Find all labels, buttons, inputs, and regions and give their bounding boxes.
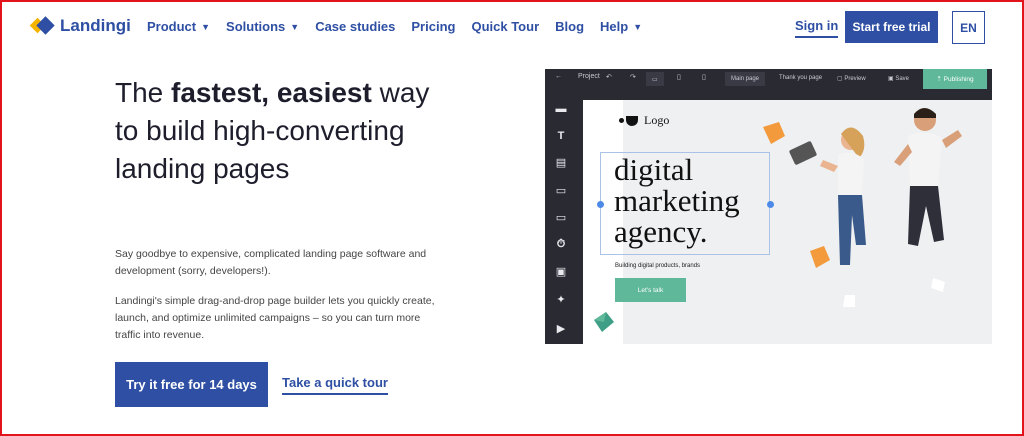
nav-label: Case studies	[315, 19, 396, 34]
chevron-down-icon: ▼	[290, 21, 300, 32]
link-widget-icon: ▭	[555, 211, 567, 224]
nav-label: Product	[147, 19, 197, 34]
brand-logo[interactable]: Landingi	[29, 16, 131, 36]
mobile-view-icon: ▯	[702, 74, 706, 81]
editor-canvas: Logo digital marketing agency. Building …	[583, 100, 992, 344]
nav-label: Blog	[555, 19, 585, 34]
landingi-logo-icon	[29, 16, 55, 36]
chevron-down-icon: ▼	[201, 21, 211, 32]
button-widget-icon: ▭	[555, 184, 567, 197]
nav-item-product[interactable]: Product ▼	[147, 19, 210, 34]
editor-widget-sidebar: ▬ T ▤ ▭ ▭ ⏱ ▣ ✦ ▶	[545, 89, 577, 344]
save-label: Save	[895, 76, 910, 82]
redo-icon: ↷	[630, 74, 636, 81]
timer-widget-icon: ⏱	[556, 237, 566, 250]
main-menu: Product ▼ Solutions ▼ Case studies Pricing…	[147, 19, 658, 34]
chevron-down-icon: ▼	[633, 21, 643, 32]
nav-label: Help	[600, 19, 629, 34]
hero-title-bold: fastest, easiest	[171, 77, 372, 108]
nav-label: Pricing	[411, 19, 456, 34]
hero-people-illustration	[763, 108, 962, 307]
start-free-trial-button[interactable]: Start free trial	[845, 11, 938, 43]
sign-in-link[interactable]: Sign in	[795, 18, 839, 38]
editor-toolbar: ← Project ↶ ↷ ▭ ▯ ▯ Main page Thank you …	[545, 69, 992, 89]
text-widget-icon: T	[557, 130, 565, 142]
nav-item-solutions[interactable]: Solutions ▼	[226, 19, 299, 34]
section-widget-icon: ▬	[555, 103, 567, 115]
publish-label: Publishing	[943, 75, 974, 83]
project-label: Project	[578, 73, 600, 80]
nav-item-help[interactable]: Help ▼	[600, 19, 642, 34]
nav-item-case-studies[interactable]: Case studies	[315, 19, 395, 34]
preview-label: Preview	[844, 76, 866, 82]
nav-item-quick-tour[interactable]: Quick Tour	[471, 19, 539, 34]
hero-title: The fastest, easiest way to build high-c…	[115, 74, 445, 188]
nav-item-blog[interactable]: Blog	[555, 19, 584, 34]
publishing-button: ⇡ Publishing	[923, 69, 987, 89]
brand-name: Landingi	[60, 16, 131, 35]
save-button: ▣ Save	[888, 76, 910, 82]
image-widget-icon: ▣	[555, 265, 567, 278]
nav-item-pricing[interactable]: Pricing	[411, 19, 455, 34]
back-arrow-icon: ←	[555, 73, 562, 80]
form-widget-icon: ▤	[555, 156, 567, 169]
quick-tour-link[interactable]: Take a quick tour	[282, 375, 388, 395]
preview-button: ▢ Preview	[837, 76, 866, 82]
hero-description-2: Landingi's simple drag-and-drop page bui…	[115, 295, 435, 341]
hero-title-pre: The	[115, 77, 172, 108]
language-selector[interactable]: EN	[952, 11, 985, 44]
teal-gem-icon	[594, 312, 614, 332]
editor-preview-image: ← Project ↶ ↷ ▭ ▯ ▯ Main page Thank you …	[545, 69, 992, 344]
nav-label: Quick Tour	[471, 19, 540, 34]
desktop-view-icon: ▭	[646, 72, 664, 86]
tablet-view-icon: ▯	[677, 74, 681, 81]
thank-you-page-tab: Thank you page	[779, 75, 823, 81]
hero-description-1: Say goodbye to expensive, complicated la…	[115, 248, 427, 277]
try-free-button[interactable]: Try it free for 14 days	[115, 362, 268, 407]
undo-icon: ↶	[606, 74, 612, 81]
nav-label: Solutions	[226, 19, 286, 34]
icons-widget-icon: ✦	[556, 293, 566, 306]
video-widget-icon: ▶	[556, 322, 566, 335]
top-navigation: Landingi Product ▼ Solutions ▼ Case studie…	[0, 0, 1024, 56]
main-page-tab: Main page	[725, 72, 766, 86]
